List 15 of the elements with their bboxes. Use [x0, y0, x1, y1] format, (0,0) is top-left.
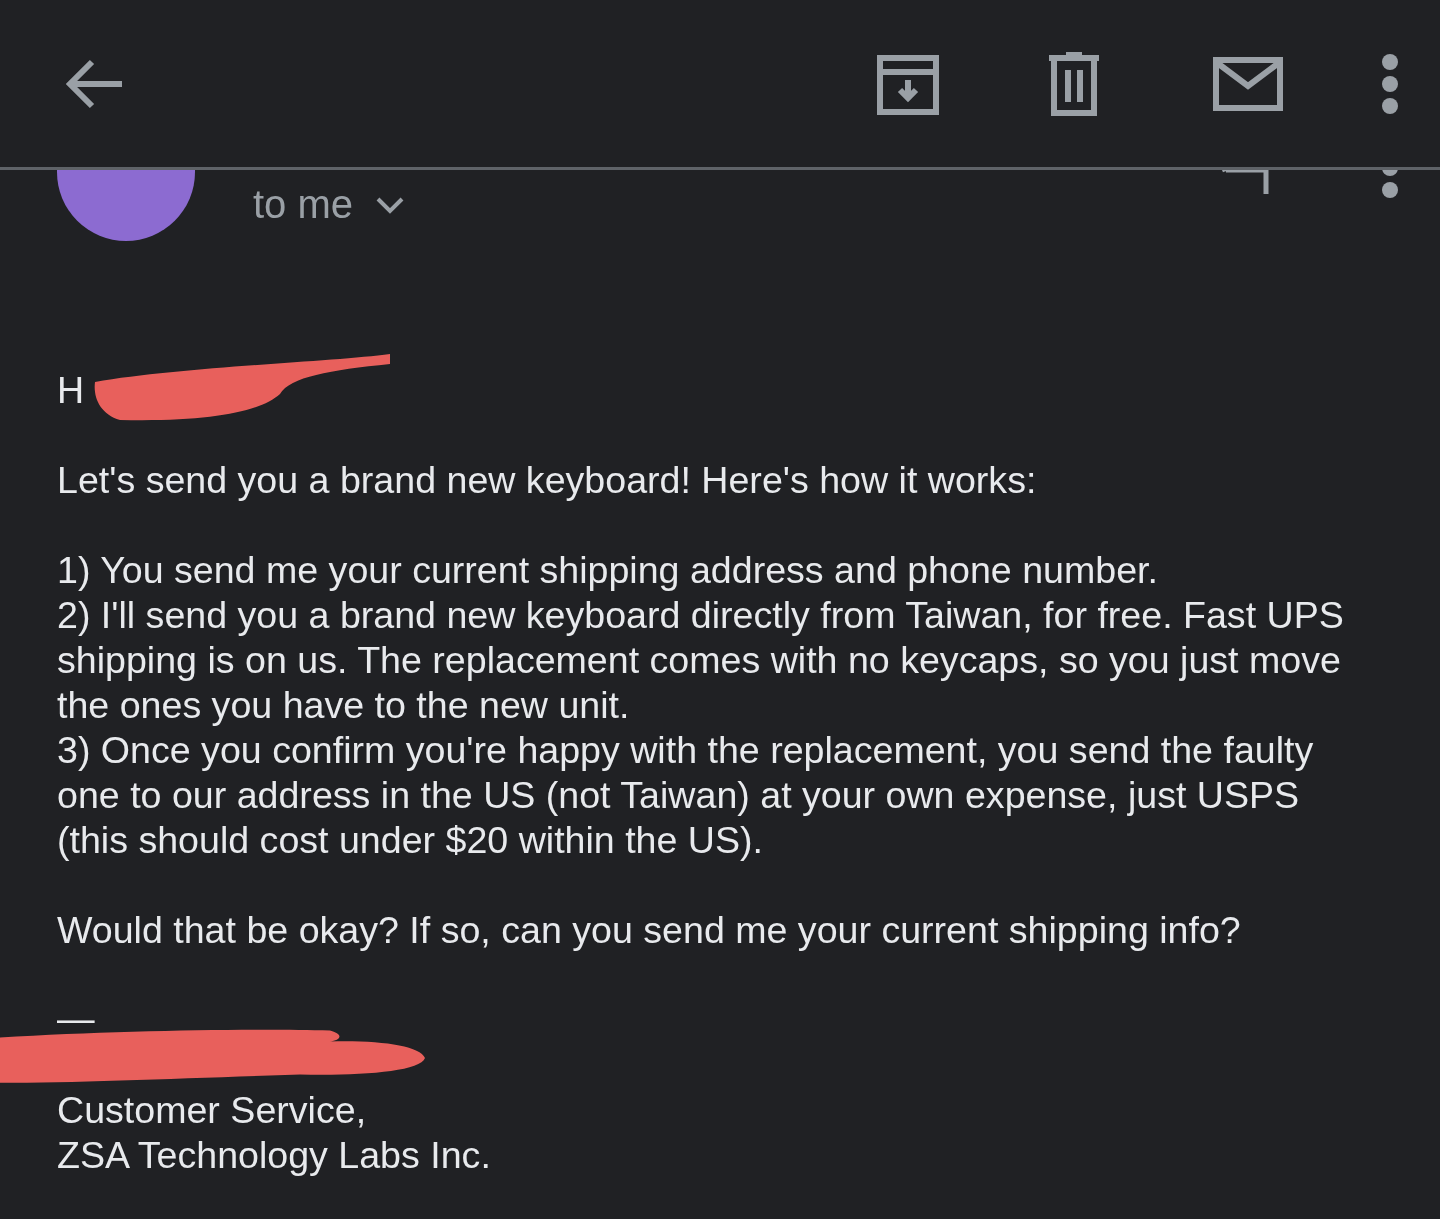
signature-dash: —	[57, 996, 96, 1041]
more-icon[interactable]	[1380, 170, 1400, 198]
mail-icon[interactable]	[1212, 55, 1284, 112]
greeting-text: H	[57, 368, 86, 413]
signature-text: ZSA Technology Labs Inc.	[57, 1133, 492, 1178]
body-text: Would that be okay? If so, can you send me your current shipping info?	[57, 908, 1242, 953]
signature-text: Customer Service,	[57, 1088, 368, 1133]
delete-icon[interactable]	[1046, 51, 1102, 116]
list-item-text: 2) I'll send you a brand new keyboard directly from Taiwan, for free. Fast UPS shipping is on us. The replacement comes with no keycaps, so you just move the ones you have to the new unit.	[57, 593, 1345, 728]
list-item-text: 1) You send me your current shipping address and phone number.	[57, 548, 1159, 593]
recipient-toggle[interactable]: to me	[253, 182, 406, 227]
chevron-icon	[375, 195, 406, 214]
more-icon[interactable]	[1380, 53, 1400, 114]
list-item-text: 3) Once you confirm you're happy with the replacement, you send the faulty one to our address in the US (not Taiwan) at your own expense, just USPS (this should cost under $20 within the US).	[57, 728, 1315, 863]
body-text: Let's send you a brand new keyboard! Here's how it works:	[57, 458, 1038, 503]
